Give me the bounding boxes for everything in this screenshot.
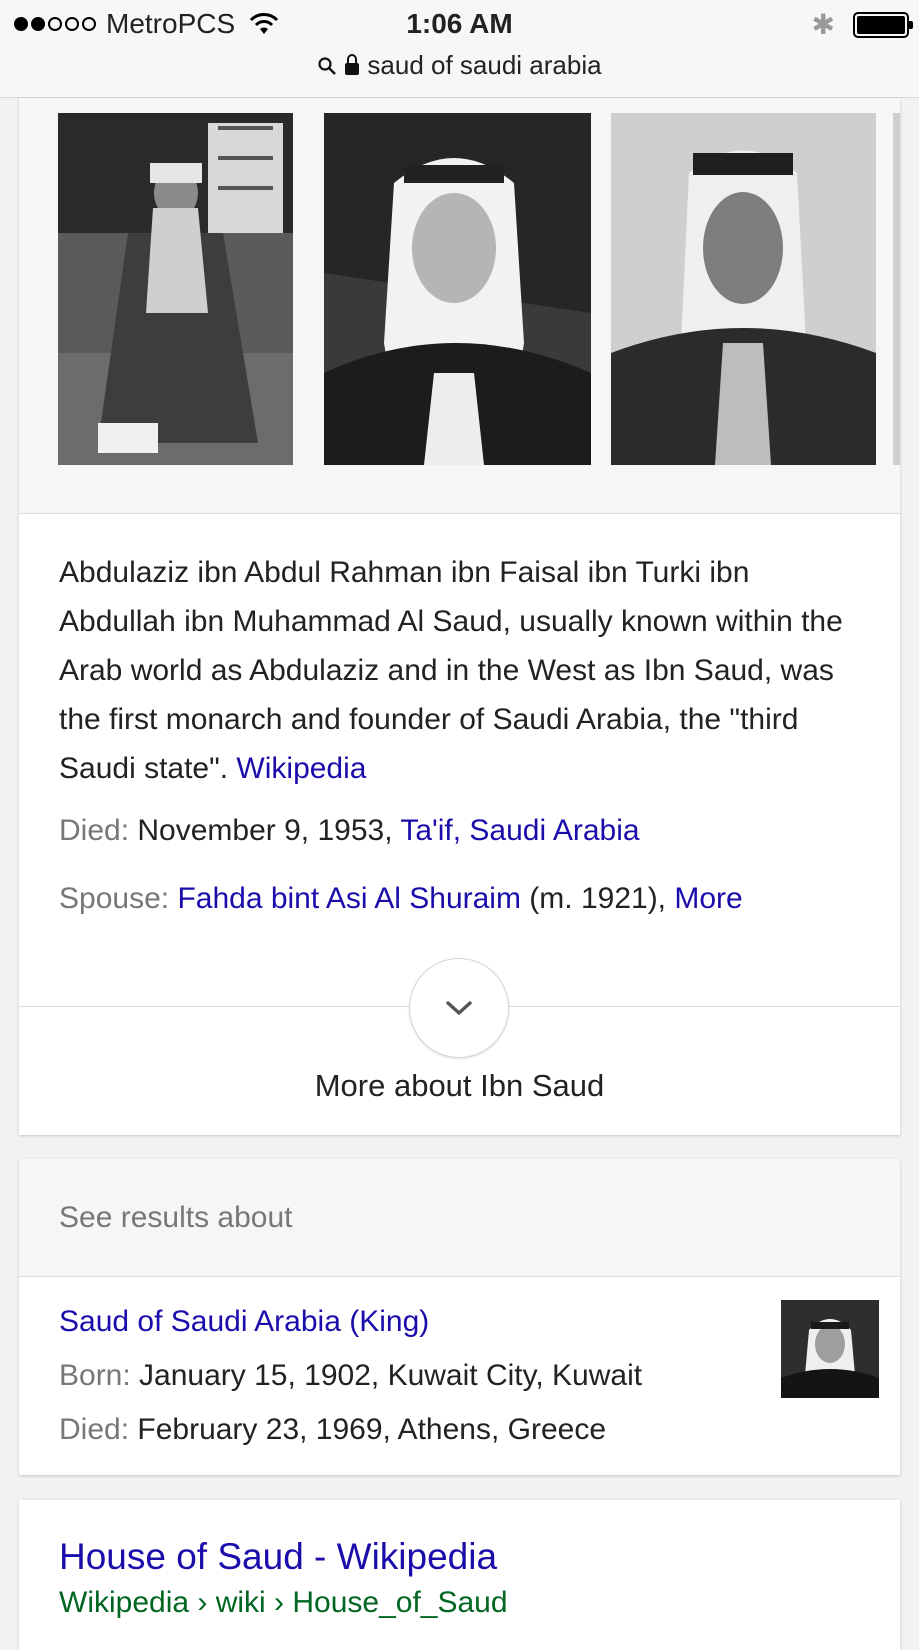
related-entity-thumbnail[interactable] [781,1300,879,1398]
fact-spouse: Spouse: Fahda bint Asi Al Shuraim (m. 19… [59,882,743,916]
fact-value: February 23, 1969, Athens, Greece [129,1413,606,1446]
fact-label: Died: [59,814,130,847]
fact-value: November 9, 1953, [129,814,401,847]
death-place-link[interactable]: Ta'if, Saudi Arabia [400,814,639,847]
description-text: Abdulaziz ibn Abdul Rahman ibn Faisal ib… [59,556,843,785]
ios-status-bar: MetroPCS 1:06 AM ✱ saud of saudi arabia [0,0,919,98]
related-died: Died: February 23, 1969, Athens, Greece [59,1413,606,1447]
gallery-photo[interactable] [324,113,591,465]
search-icon [318,56,337,75]
image-gallery[interactable] [19,98,900,514]
entity-description: Abdulaziz ibn Abdul Rahman ibn Faisal ib… [59,548,869,793]
status-icons: ✱ [811,8,913,41]
fact-label: Born: [59,1359,131,1392]
see-results-heading: See results about [59,1201,293,1234]
lock-icon [345,53,360,75]
address-text: saud of saudi arabia [367,50,602,80]
fact-value: January 15, 1902, Kuwait City, Kuwait [130,1359,643,1392]
bluetooth-icon: ✱ [811,9,835,40]
result-title-link[interactable]: House of Saud - Wikipedia [59,1536,497,1578]
gallery-photo[interactable] [893,113,900,465]
web-result-card: House of Saud - Wikipedia Wikipedia › wi… [19,1500,900,1650]
spouse-more-link[interactable]: More [674,882,742,915]
address-bar[interactable]: saud of saudi arabia [0,50,919,81]
battery-icon [853,11,913,38]
gallery-photo[interactable] [611,113,876,465]
wikipedia-source-link[interactable]: Wikipedia [236,752,366,785]
related-entity-link[interactable]: Saud of Saudi Arabia (King) [59,1305,429,1339]
knowledge-panel-card: Abdulaziz ibn Abdul Rahman ibn Faisal ib… [19,98,900,1135]
spouse-years: (m. 1921), [520,882,675,915]
gallery-photo[interactable] [58,113,293,465]
result-breadcrumb-url: Wikipedia › wiki › House_of_Saud [59,1586,508,1619]
fact-died: Died: November 9, 1953, Ta'if, Saudi Ara… [59,814,640,848]
related-born: Born: January 15, 1902, Kuwait City, Kuw… [59,1359,642,1393]
clock: 1:06 AM [406,8,513,39]
more-about-link[interactable]: More about Ibn Saud [19,1068,900,1104]
see-results-card: See results about Saud of Saudi Arabia (… [19,1159,900,1475]
see-results-header: See results about [19,1159,900,1277]
spouse-link[interactable]: Fahda bint Asi Al Shuraim [177,882,521,915]
fact-label: Spouse: [59,882,170,915]
chevron-down-icon [446,1001,472,1015]
expand-button[interactable] [409,958,509,1058]
fact-label: Died: [59,1413,130,1446]
